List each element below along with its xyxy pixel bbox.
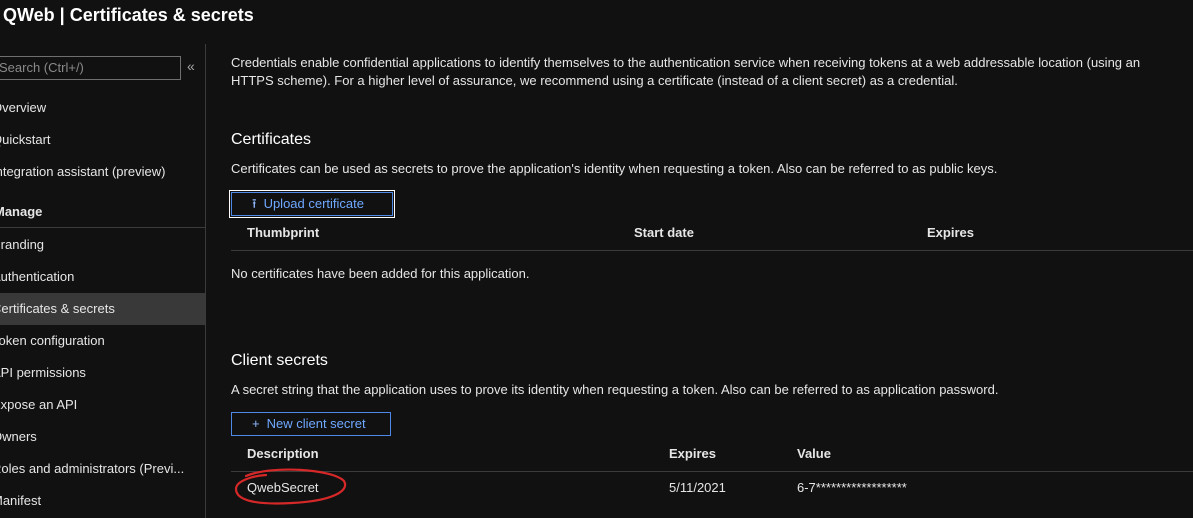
sidebar-item-label: Authentication (0, 269, 75, 284)
sidebar-item-quickstart[interactable]: Quickstart (0, 124, 205, 156)
sidebar-item-certificates-secrets[interactable]: Certificates & secrets (0, 293, 205, 325)
new-client-secret-label: New client secret (266, 416, 366, 431)
sidebar-item-branding[interactable]: Branding (0, 229, 205, 261)
certificates-description: Certificates can be used as secrets to p… (231, 161, 998, 176)
intro-text: Credentials enable confidential applicat… (231, 55, 1141, 88)
sidebar-item-label: Overview (0, 100, 47, 115)
sidebar-item-label: Branding (0, 237, 45, 252)
sidebar-item-authentication[interactable]: Authentication (0, 261, 205, 293)
column-description[interactable]: Description (247, 446, 319, 461)
column-thumbprint[interactable]: Thumbprint (247, 225, 319, 240)
new-client-secret-button[interactable]: + New client secret (231, 412, 391, 436)
upload-certificate-label: Upload certificate (263, 196, 365, 211)
certificates-title: Certificates (231, 131, 312, 148)
sidebar-item-integration-assistant[interactable]: Integration assistant (preview) (0, 156, 205, 188)
column-expires[interactable]: Expires (927, 225, 974, 240)
sidebar-item-label: Integration assistant (preview) (0, 164, 166, 179)
column-value[interactable]: Value (797, 446, 831, 461)
sidebar-item-label: Expose an API (0, 397, 78, 412)
certificates-empty-message: No certificates have been added for this… (231, 266, 530, 281)
search-input[interactable]: Search (Ctrl+/) (0, 56, 181, 80)
annotation-stroke (234, 468, 347, 505)
sidebar-item-overview[interactable]: Overview (0, 92, 205, 124)
sidebar-item-label: Owners (0, 429, 37, 444)
sidebar-section-manage: Manage (0, 196, 205, 228)
page-title: QWeb | Certificates & secrets (3, 5, 254, 25)
sidebar-item-expose-an-api[interactable]: Expose an API (0, 389, 205, 421)
collapse-icon[interactable]: « (187, 58, 195, 74)
column-start-date[interactable]: Start date (634, 225, 694, 240)
plus-icon: + (252, 416, 260, 431)
red-circle-annotation (234, 468, 347, 505)
sidebar-item-api-permissions[interactable]: API permissions (0, 357, 205, 389)
upload-certificate-button[interactable]: ⭱ Upload certificate (229, 190, 395, 218)
main-content: Credentials enable confidential applicat… (207, 44, 1193, 518)
title-bar: QWeb | Certificates & secrets (0, 0, 1193, 44)
sidebar-item-label: Certificates & secrets (0, 301, 115, 316)
certificates-table-header: Thumbprint Start date Expires (231, 215, 1193, 251)
sidebar-item-label: Token configuration (0, 333, 105, 348)
sidebar-item-roles-administrators[interactable]: Roles and administrators (Previ... (0, 453, 205, 485)
upload-icon: ⭱ (252, 196, 257, 211)
sidebar-item-label: Manifest (0, 493, 42, 508)
secret-value: 6-7****************** (797, 480, 907, 495)
secret-expires: 5/11/2021 (669, 480, 726, 495)
sidebar: Search (Ctrl+/) « Overview Quickstart In… (0, 44, 206, 518)
sidebar-item-token-configuration[interactable]: Token configuration (0, 325, 205, 357)
sidebar-item-owners[interactable]: Owners (0, 421, 205, 453)
client-secrets-title: Client secrets (231, 352, 328, 369)
sidebar-item-label: Roles and administrators (Previ... (0, 461, 185, 476)
sidebar-item-label: API permissions (0, 365, 86, 380)
sidebar-item-manifest[interactable]: Manifest (0, 485, 205, 517)
column-expires[interactable]: Expires (669, 446, 716, 461)
sidebar-item-label: Quickstart (0, 132, 51, 147)
client-secrets-table-header: Description Expires Value (231, 436, 1193, 472)
client-secrets-description: A secret string that the application use… (231, 382, 999, 397)
